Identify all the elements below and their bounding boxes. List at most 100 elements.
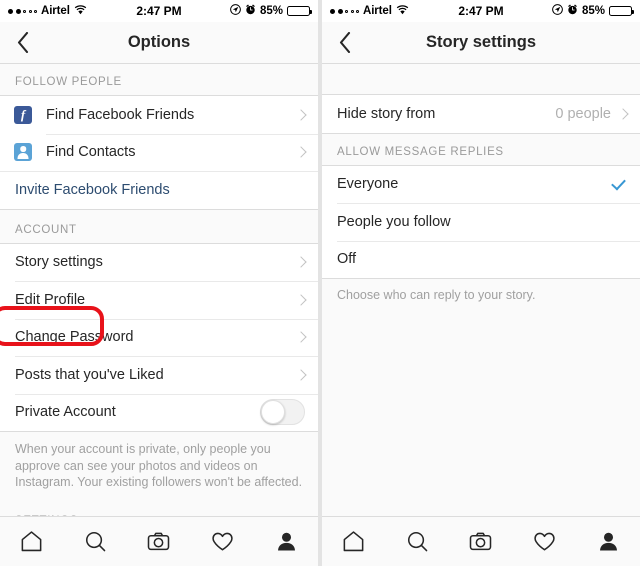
hide-story-group: Hide story from 0 people <box>322 94 640 134</box>
right-phone-screen: Airtel 2:47 PM 85% Story settings Hide s… <box>322 0 640 566</box>
row-change-password[interactable]: Change Password <box>0 318 318 356</box>
signal-strength-icon <box>8 8 37 14</box>
story-settings-list: Hide story from 0 people ALLOW MESSAGE R… <box>322 64 640 516</box>
chevron-left-icon <box>339 32 351 53</box>
row-label: People you follow <box>337 213 451 230</box>
row-label: Find Facebook Friends <box>46 106 195 123</box>
chevron-left-icon <box>17 32 29 53</box>
options-list: FOLLOW PEOPLE f Find Facebook Friends Fi… <box>0 64 318 516</box>
page-title-left: Options <box>127 33 191 51</box>
row-label: Hide story from <box>337 105 436 122</box>
tab-home[interactable] <box>327 517 381 566</box>
row-posts-that-youve-liked[interactable]: Posts that you've Liked <box>0 356 318 394</box>
tab-search[interactable] <box>68 517 122 566</box>
row-label: Everyone <box>337 176 399 193</box>
follow-people-group: f Find Facebook Friends Find Contacts In… <box>0 95 318 210</box>
row-private-account[interactable]: Private Account <box>0 393 318 431</box>
chevron-right-icon <box>295 256 307 268</box>
facebook-icon: f <box>14 105 32 124</box>
battery-icon <box>609 6 635 16</box>
replies-helper-text: Choose who can reply to your story. <box>322 279 640 314</box>
status-bar-indicators: 85% <box>552 4 635 18</box>
row-label: Private Account <box>15 404 116 421</box>
row-edit-profile[interactable]: Edit Profile <box>0 281 318 319</box>
tab-bar-left <box>0 516 318 566</box>
heart-icon <box>212 532 233 551</box>
location-arrow-icon <box>552 4 563 18</box>
checkmark-icon <box>611 175 626 191</box>
row-option-people-you-follow[interactable]: People you follow <box>322 203 640 241</box>
row-label: Story settings <box>15 254 103 271</box>
chevron-right-icon <box>295 146 307 158</box>
row-label: Posts that you've Liked <box>15 366 164 383</box>
tab-profile[interactable] <box>581 517 635 566</box>
location-arrow-icon <box>230 4 241 18</box>
status-bar-left: Airtel 2:47 PM 85% <box>0 0 318 22</box>
tab-home[interactable] <box>5 517 59 566</box>
status-bar-carrier-group: Airtel <box>8 4 87 18</box>
battery-percentage: 85% <box>259 5 283 17</box>
hide-story-count: 0 people <box>555 105 611 122</box>
row-option-off[interactable]: Off <box>322 240 640 278</box>
chevron-right-icon <box>295 369 307 381</box>
chevron-right-icon <box>295 331 307 343</box>
battery-icon <box>287 6 313 16</box>
carrier-name: Airtel <box>41 5 70 17</box>
account-group: Story settings Edit Profile Change Passw… <box>0 242 318 432</box>
back-button-right[interactable] <box>322 22 368 64</box>
chevron-right-icon <box>617 108 629 120</box>
reply-options-group: Everyone People you follow Off <box>322 164 640 279</box>
battery-percentage: 85% <box>581 5 605 17</box>
back-button-left[interactable] <box>0 22 46 64</box>
profile-icon <box>599 532 617 551</box>
section-header-settings: SETTINGS <box>0 502 318 516</box>
alarm-clock-icon <box>245 4 256 18</box>
wifi-icon <box>74 4 87 18</box>
section-header-follow-people: FOLLOW PEOPLE <box>0 64 318 95</box>
tab-camera[interactable] <box>132 517 186 566</box>
row-hide-story-from[interactable]: Hide story from 0 people <box>322 95 640 133</box>
tab-activity[interactable] <box>518 517 572 566</box>
nav-bar-left: Options <box>0 22 318 64</box>
row-story-settings[interactable]: Story settings <box>0 243 318 281</box>
tab-activity[interactable] <box>196 517 250 566</box>
profile-icon <box>277 532 295 551</box>
nav-bar-right: Story settings <box>322 22 640 64</box>
left-phone-screen: Airtel 2:47 PM 85% Options FOLLOW PEOPLE… <box>0 0 318 566</box>
wifi-icon <box>396 4 409 18</box>
status-bar-right: Airtel 2:47 PM 85% <box>322 0 640 22</box>
top-spacer <box>322 64 640 94</box>
row-option-everyone[interactable]: Everyone <box>322 165 640 203</box>
row-label: Edit Profile <box>15 291 86 308</box>
home-icon <box>343 531 364 552</box>
private-account-helper-text: When your account is private, only peopl… <box>0 432 318 503</box>
link-invite-facebook-friends[interactable]: Invite Facebook Friends <box>0 171 318 209</box>
heart-icon <box>534 532 555 551</box>
row-find-contacts[interactable]: Find Contacts <box>0 133 318 171</box>
camera-icon <box>148 532 170 551</box>
section-header-account: ACCOUNT <box>0 209 318 243</box>
page-title-right: Story settings <box>425 33 537 51</box>
signal-strength-icon <box>330 8 359 14</box>
alarm-clock-icon <box>567 4 578 18</box>
tab-bar-right <box>322 516 640 566</box>
section-header-allow-message-replies: ALLOW MESSAGE REPLIES <box>322 133 640 165</box>
status-bar-indicators: 85% <box>230 4 313 18</box>
private-account-toggle[interactable] <box>260 399 305 426</box>
chevron-right-icon <box>295 294 307 306</box>
carrier-name: Airtel <box>363 5 392 17</box>
search-icon <box>407 531 428 552</box>
status-bar-carrier-group: Airtel <box>330 4 409 18</box>
tab-profile[interactable] <box>259 517 313 566</box>
home-icon <box>21 531 42 552</box>
row-label: Change Password <box>15 329 134 346</box>
chevron-right-icon <box>295 109 307 121</box>
row-find-facebook-friends[interactable]: f Find Facebook Friends <box>0 96 318 134</box>
search-icon <box>85 531 106 552</box>
camera-icon <box>470 532 492 551</box>
row-label: Find Contacts <box>46 144 136 161</box>
contacts-icon <box>14 143 32 162</box>
tab-search[interactable] <box>390 517 444 566</box>
dual-screenshot-container: Airtel 2:47 PM 85% Options FOLLOW PEOPLE… <box>0 0 640 566</box>
tab-camera[interactable] <box>454 517 508 566</box>
